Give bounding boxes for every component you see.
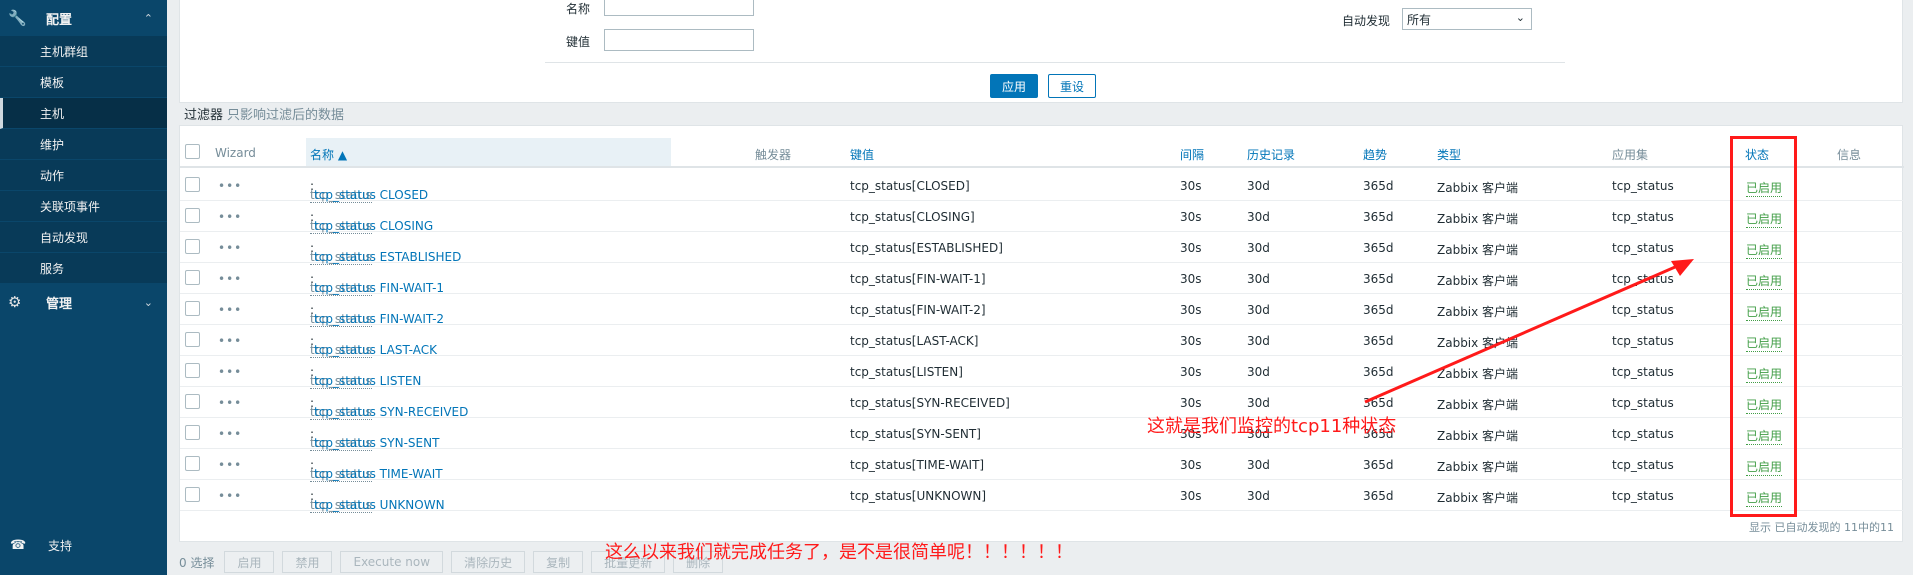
annotation-middle: 这就是我们监控的tcp11种状态 xyxy=(1147,416,1397,437)
annotation-bottom: 这么以来我们就完成任务了，是不是很简单呢！！！！！！ xyxy=(605,542,1073,563)
annotation-arrow xyxy=(1364,259,1694,404)
